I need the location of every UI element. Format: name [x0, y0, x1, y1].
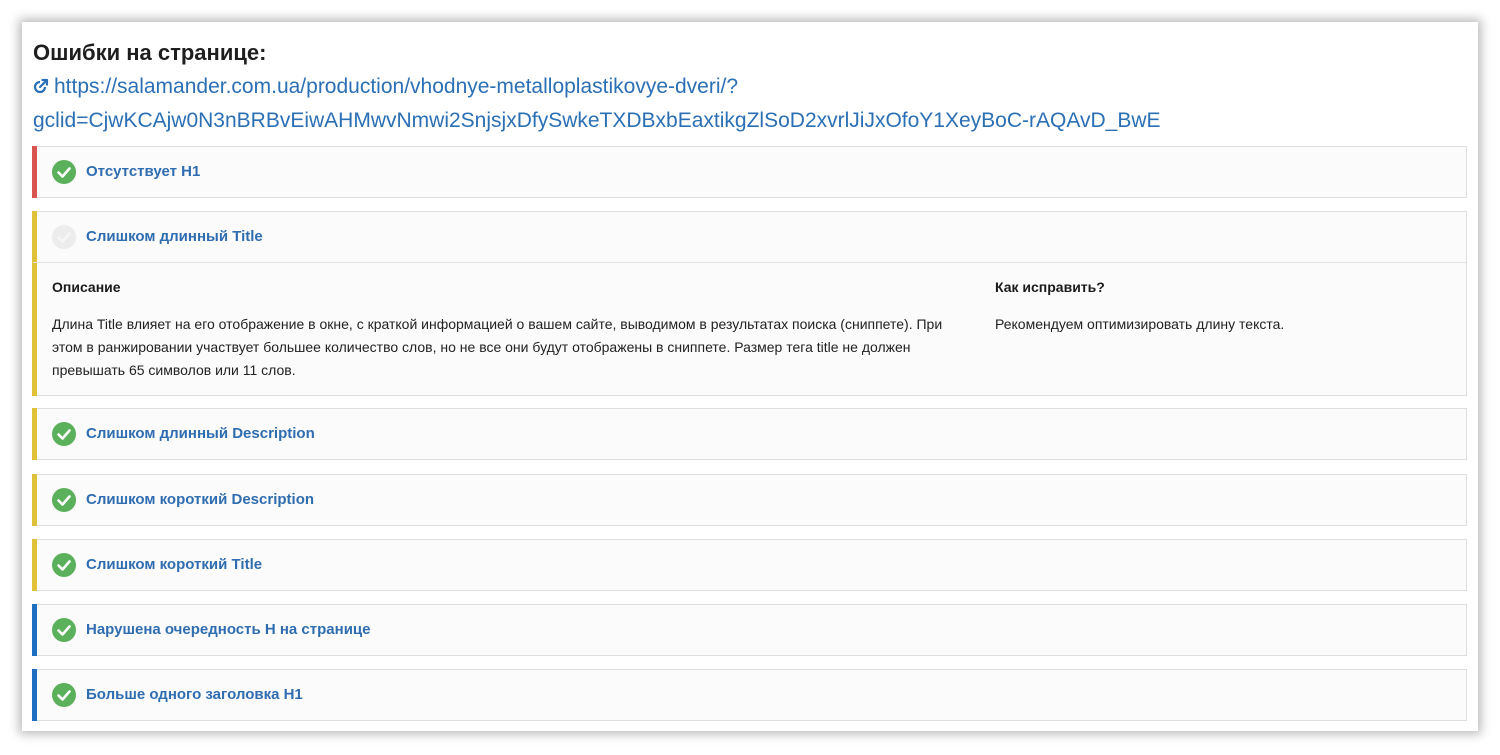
issue-header[interactable]: Нарушена очередность H на странице [33, 605, 1466, 655]
issue-item-short-description[interactable]: Слишком короткий Description [32, 474, 1467, 526]
description-label: Описание [52, 279, 121, 295]
issue-header[interactable]: Отсутствует H1 [33, 147, 1466, 197]
issue-item-missing-h1[interactable]: Отсутствует H1 [32, 146, 1467, 198]
issue-title[interactable]: Больше одного заголовка H1 [86, 685, 303, 705]
issue-header[interactable]: Слишком длинный Description [33, 409, 1466, 459]
check-circle-icon [52, 683, 76, 707]
description-column: Описание Длина Title влияет на его отобр… [52, 277, 972, 382]
issue-item-long-title[interactable]: Слишком длинный Title Описание Длина Tit… [32, 211, 1467, 396]
page-background: Ошибки на странице: https://salamander.c… [0, 0, 1500, 755]
issue-title[interactable]: Нарушена очередность H на странице [86, 620, 370, 640]
page-url-link[interactable]: https://salamander.com.ua/production/vho… [33, 70, 1463, 138]
issue-title[interactable]: Слишком короткий Title [86, 555, 262, 575]
check-circle-icon [52, 160, 76, 184]
url-line-1[interactable]: https://salamander.com.ua/production/vho… [54, 75, 738, 98]
check-circle-icon [52, 488, 76, 512]
issue-header[interactable]: Слишком короткий Description [33, 475, 1466, 525]
panel-header: Ошибки на странице: https://salamander.c… [33, 38, 1463, 138]
issue-item-multiple-h1[interactable]: Больше одного заголовка H1 [32, 669, 1467, 721]
issue-title[interactable]: Слишком длинный Description [86, 424, 315, 444]
fix-text: Рекомендуем оптимизировать длину текста. [995, 316, 1285, 332]
fix-label: Как исправить? [995, 279, 1105, 295]
check-circle-icon [52, 553, 76, 577]
issue-header[interactable]: Слишком короткий Title [33, 540, 1466, 590]
check-circle-icon [52, 422, 76, 446]
issue-header[interactable]: Слишком длинный Title [33, 212, 1466, 262]
url-line-2[interactable]: gclid=CjwKCAjw0N3nBRBvEiwAHMwvNmwi2Snjsj… [33, 109, 1161, 132]
check-circle-icon [52, 225, 76, 249]
issue-header[interactable]: Больше одного заголовка H1 [33, 670, 1466, 720]
external-link-icon [33, 71, 49, 94]
errors-panel: Ошибки на странице: https://salamander.c… [22, 22, 1478, 731]
issue-title[interactable]: Слишком короткий Description [86, 490, 314, 510]
page-title: Ошибки на странице: [33, 40, 267, 65]
issue-details: Описание Длина Title влияет на его отобр… [33, 262, 1466, 395]
issue-item-long-description[interactable]: Слишком длинный Description [32, 408, 1467, 460]
issue-item-short-title[interactable]: Слишком короткий Title [32, 539, 1467, 591]
issue-item-heading-order[interactable]: Нарушена очередность H на странице [32, 604, 1467, 656]
description-text: Длина Title влияет на его отображение в … [52, 316, 943, 378]
issue-title[interactable]: Отсутствует H1 [86, 162, 200, 182]
issue-title[interactable]: Слишком длинный Title [86, 227, 263, 247]
check-circle-icon [52, 618, 76, 642]
fix-column: Как исправить? Рекомендуем оптимизироват… [995, 277, 1445, 336]
